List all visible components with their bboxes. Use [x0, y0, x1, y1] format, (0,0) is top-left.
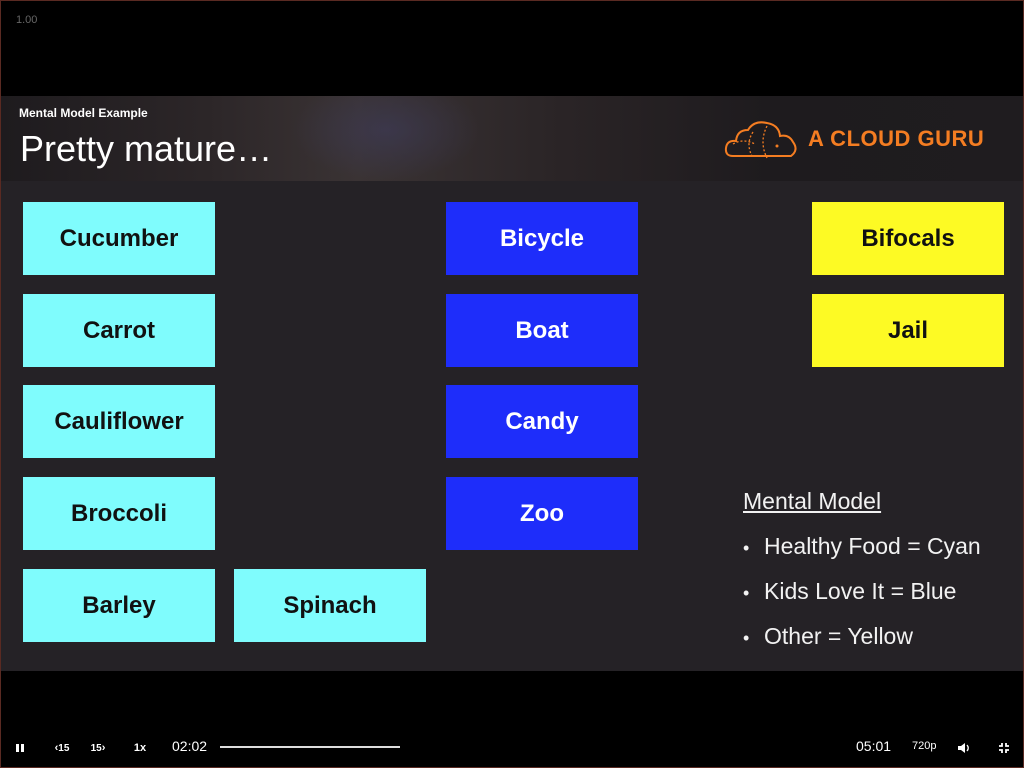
pause-button[interactable] — [10, 738, 30, 758]
legend-item: • Other = Yellow — [743, 623, 913, 650]
kids-love-it-tile: Bicycle — [446, 202, 638, 275]
pause-icon — [16, 744, 24, 752]
bullet-icon: • — [743, 538, 750, 558]
other-tile: Jail — [812, 294, 1004, 367]
legend-item-text: Other = Yellow — [764, 623, 913, 649]
speed-indicator: 1.00 — [16, 14, 38, 26]
exit-fullscreen-button[interactable] — [996, 738, 1012, 758]
skip-back-seconds: 15 — [58, 742, 70, 754]
exit-fullscreen-icon — [999, 743, 1009, 753]
skip-forward-button[interactable]: 15 › — [86, 738, 110, 758]
slide-title: Pretty mature… — [20, 128, 273, 169]
skip-forward-icon: › — [101, 742, 106, 754]
skip-back-button[interactable]: ‹ 15 — [50, 738, 74, 758]
player-controls: ‹ 15 15 › 1x 02:02 05:01 720p — [0, 728, 1024, 768]
legend-item: • Healthy Food = Cyan — [743, 533, 981, 560]
section-label: Mental Model Example — [19, 106, 148, 120]
slide-header: Mental Model Example Pretty mature… A CL… — [1, 96, 1023, 181]
total-time: 05:01 — [856, 738, 892, 754]
healthy-food-tile: Cucumber — [23, 202, 215, 275]
quality-button[interactable]: 720p — [912, 740, 936, 752]
legend-item-text: Healthy Food = Cyan — [764, 533, 981, 559]
healthy-food-tile: Barley — [23, 569, 215, 642]
healthy-food-tile: Carrot — [23, 294, 215, 367]
bullet-icon: • — [743, 628, 750, 648]
bullet-icon: • — [743, 583, 750, 603]
kids-love-it-tile: Boat — [446, 294, 638, 367]
video-slide: Mental Model Example Pretty mature… A CL… — [1, 96, 1023, 671]
kids-love-it-tile: Zoo — [446, 477, 638, 550]
other-tile: Bifocals — [812, 202, 1004, 275]
legend-title: Mental Model — [743, 488, 882, 514]
cloud-logo-icon — [724, 121, 797, 159]
brand-name: A CLOUD GURU — [808, 126, 985, 151]
legend-item-text: Kids Love It = Blue — [764, 578, 957, 604]
legend-item: • Kids Love It = Blue — [743, 578, 956, 605]
presenter-shadow — [291, 96, 481, 181]
progress-bar[interactable] — [220, 746, 400, 748]
brand-logo: A CLOUD GURU — [723, 118, 1003, 160]
volume-icon — [958, 743, 969, 753]
current-time: 02:02 — [172, 738, 208, 754]
healthy-food-tile: Broccoli — [23, 477, 215, 550]
healthy-food-tile: Spinach — [234, 569, 426, 642]
kids-love-it-tile: Candy — [446, 385, 638, 458]
skip-forward-seconds: 15 — [90, 742, 102, 754]
healthy-food-tile: Cauliflower — [23, 385, 215, 458]
playback-rate-button[interactable]: 1x — [130, 738, 150, 758]
volume-button[interactable] — [955, 738, 973, 758]
